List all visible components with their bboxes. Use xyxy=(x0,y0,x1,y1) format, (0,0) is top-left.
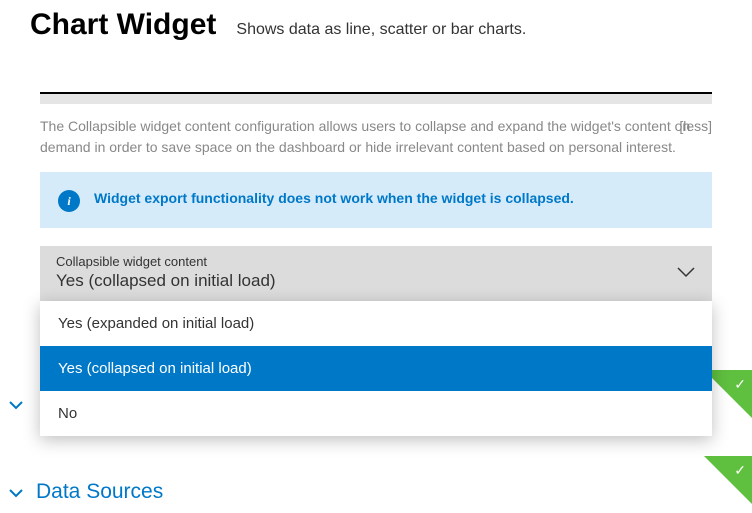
info-text: Widget export functionality does not wor… xyxy=(94,188,574,209)
select-label: Collapsible widget content xyxy=(56,254,276,269)
page-title: Chart Widget xyxy=(30,8,216,42)
option-expanded[interactable]: Yes (expanded on initial load) xyxy=(40,301,712,346)
chevron-down-icon xyxy=(676,261,696,284)
option-no[interactable]: No xyxy=(40,391,712,436)
select-dropdown: Yes (expanded on initial load) Yes (coll… xyxy=(40,301,712,436)
check-icon: ✓ xyxy=(734,376,746,393)
less-toggle[interactable]: [less] xyxy=(679,116,712,137)
section-row-data-sources[interactable]: Data Sources xyxy=(0,478,171,506)
page-subtitle: Shows data as line, scatter or bar chart… xyxy=(236,21,526,39)
option-collapsed[interactable]: Yes (collapsed on initial load) xyxy=(40,346,712,391)
divider xyxy=(40,92,712,104)
select-text-block: Collapsible widget content Yes (collapse… xyxy=(56,254,276,291)
collapsible-select-wrap: Collapsible widget content Yes (collapse… xyxy=(40,246,712,301)
section-title-data-sources: Data Sources xyxy=(36,480,163,504)
chevron-down-icon xyxy=(8,482,24,503)
info-callout: i Widget export functionality does not w… xyxy=(40,172,712,228)
select-value: Yes (collapsed on initial load) xyxy=(56,271,276,291)
collapsible-select[interactable]: Collapsible widget content Yes (collapse… xyxy=(40,246,712,301)
section-row-1[interactable] xyxy=(0,392,32,417)
description-text: The Collapsible widget content configura… xyxy=(40,118,690,155)
description-block: The Collapsible widget content configura… xyxy=(40,116,712,158)
status-corner-badge: ✓ xyxy=(704,456,752,504)
page-header: Chart Widget Shows data as line, scatter… xyxy=(0,0,752,62)
check-icon: ✓ xyxy=(734,462,746,479)
chevron-down-icon xyxy=(8,394,24,415)
info-icon: i xyxy=(58,190,80,212)
